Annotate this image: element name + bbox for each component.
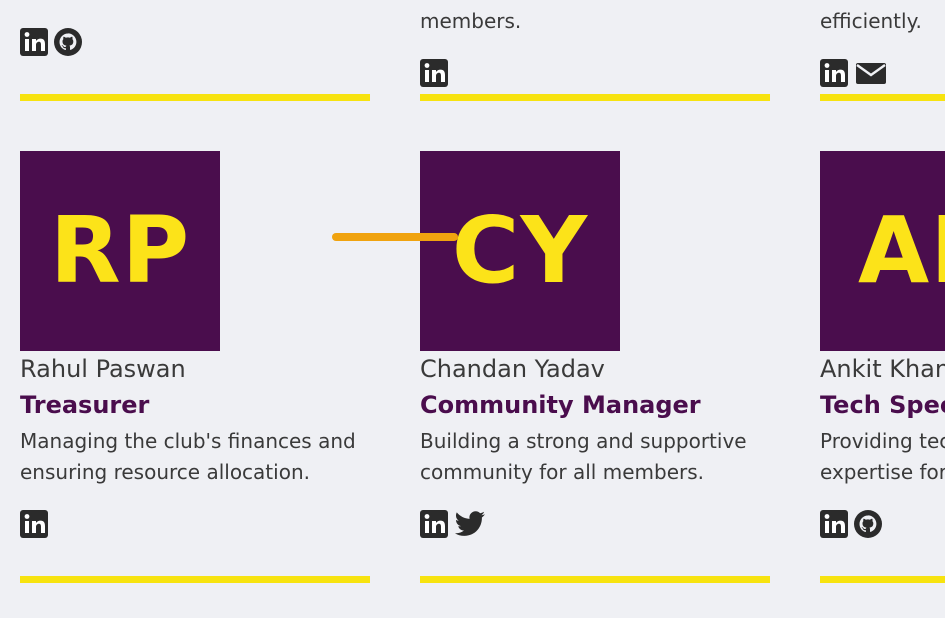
member-description: Providing tec expertise for	[820, 426, 945, 488]
member-description-tail: members.	[420, 9, 522, 33]
member-name: Ankit Khan	[820, 355, 945, 383]
member-role: Tech Spec	[820, 391, 945, 419]
social-links	[820, 510, 882, 538]
github-icon[interactable]	[54, 28, 82, 56]
card-divider	[420, 94, 770, 101]
member-description-tail: efficiently.	[820, 9, 922, 33]
github-icon[interactable]	[854, 510, 882, 538]
member-name: Chandan Yadav	[420, 355, 605, 383]
social-links	[20, 510, 48, 538]
card-divider	[820, 94, 945, 101]
linkedin-icon[interactable]	[820, 59, 848, 87]
member-description: Managing the club's finances and ensurin…	[20, 426, 356, 488]
linkedin-icon[interactable]	[420, 510, 448, 538]
member-name: Rahul Paswan	[20, 355, 186, 383]
envelope-icon[interactable]	[854, 59, 888, 87]
avatar-initials: CY	[451, 197, 589, 304]
social-links	[820, 59, 888, 87]
member-avatar: AK	[820, 151, 945, 351]
description-line: ensuring resource allocation.	[20, 460, 310, 484]
description-line: Managing the club's finances and	[20, 429, 356, 453]
social-links	[420, 510, 486, 538]
card-divider	[420, 576, 770, 583]
social-links	[420, 59, 448, 87]
linkedin-icon[interactable]	[20, 28, 48, 56]
social-links	[20, 28, 82, 56]
linkedin-icon[interactable]	[20, 510, 48, 538]
description-line: expertise for	[820, 460, 945, 484]
connector-line	[332, 233, 458, 241]
member-avatar: CY	[420, 151, 620, 351]
linkedin-icon[interactable]	[820, 510, 848, 538]
member-role: Treasurer	[20, 391, 150, 419]
description-line: Providing tec	[820, 429, 945, 453]
card-divider	[820, 576, 945, 583]
card-divider	[20, 576, 370, 583]
member-role: Community Manager	[420, 391, 701, 419]
member-avatar: RP	[20, 151, 220, 351]
avatar-initials: RP	[49, 197, 191, 304]
avatar-initials: AK	[858, 197, 945, 304]
card-divider	[20, 94, 370, 101]
description-line: Building a strong and supportive	[420, 429, 747, 453]
linkedin-icon[interactable]	[420, 59, 448, 87]
member-description: Building a strong and supportive communi…	[420, 426, 747, 488]
twitter-icon[interactable]	[454, 510, 486, 538]
description-line: community for all members.	[420, 460, 704, 484]
